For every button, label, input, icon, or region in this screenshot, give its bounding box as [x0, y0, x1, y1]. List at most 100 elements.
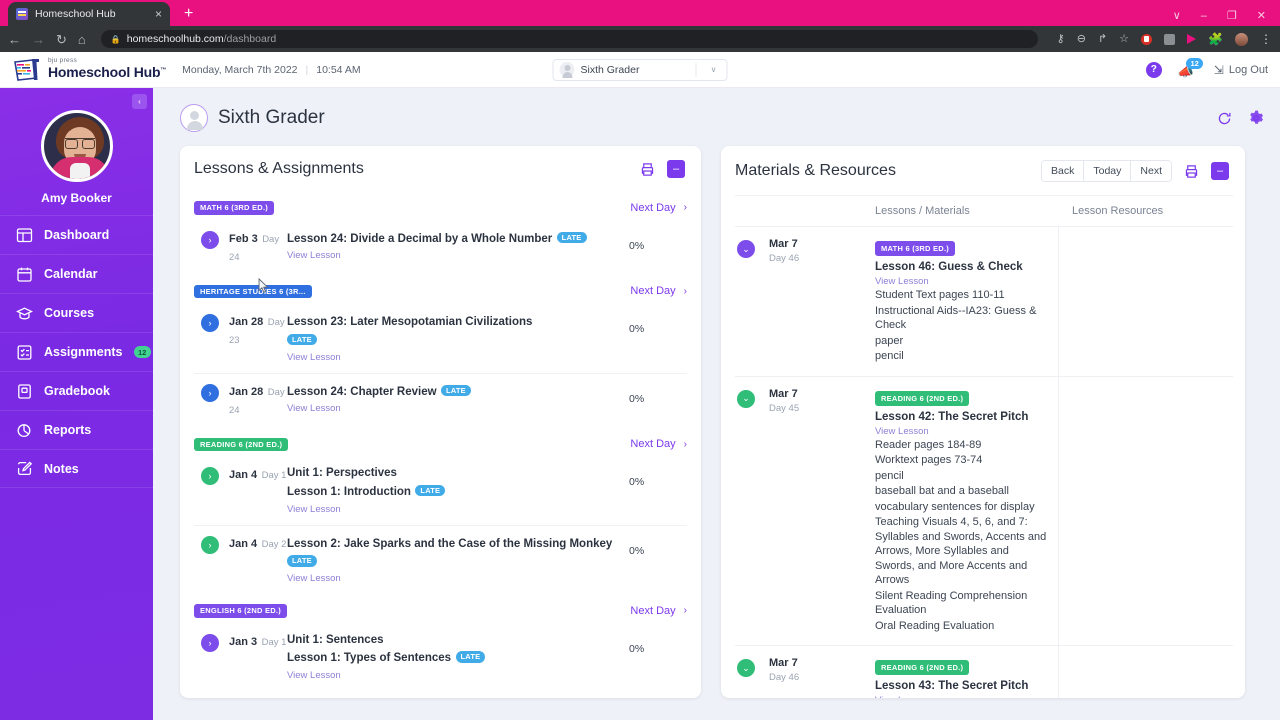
- bookmark-star-icon[interactable]: ☆: [1119, 33, 1129, 45]
- forward-icon[interactable]: →: [32, 33, 45, 46]
- sidebar-item-reports[interactable]: Reports: [0, 410, 153, 449]
- zoom-out-icon[interactable]: ⊖: [1077, 33, 1086, 45]
- collapse-material-button[interactable]: ⌄: [737, 659, 755, 678]
- today-button[interactable]: Today: [1084, 161, 1132, 181]
- materials-date-value: Mar 7: [769, 657, 798, 670]
- bju-press-logo-icon: [12, 58, 42, 82]
- sidebar-item-label: Reports: [44, 423, 92, 437]
- next-day-button[interactable]: Next Day ›: [630, 605, 687, 617]
- logout-button[interactable]: ⇲ Log Out: [1214, 63, 1268, 77]
- tab-title: Homeschool Hub: [35, 8, 116, 20]
- chevron-down-icon[interactable]: ∨: [1173, 11, 1181, 22]
- materials-row-left: ⌄ Mar 7 Day 46: [735, 227, 875, 376]
- view-lesson-link[interactable]: View Lesson: [287, 670, 623, 681]
- next-day-button[interactable]: Next Day ›: [630, 202, 687, 214]
- next-day-button[interactable]: Next Day ›: [630, 438, 687, 450]
- materials-col-lessons: Lessons / Materials: [875, 205, 970, 217]
- view-lesson-link[interactable]: View Lesson: [287, 403, 623, 414]
- url-path: /dashboard: [223, 33, 277, 45]
- student-selector[interactable]: Sixth Grader ∨: [552, 58, 728, 81]
- page-title: Sixth Grader: [218, 107, 325, 128]
- password-key-icon[interactable]: ⚷: [1057, 33, 1065, 45]
- sidebar-profile: Amy Booker: [0, 88, 153, 215]
- browser-tab[interactable]: Homeschool Hub ×: [8, 2, 170, 26]
- lessons-panel-collapse-button[interactable]: –: [667, 160, 685, 178]
- browser-profile-avatar[interactable]: [1235, 32, 1248, 46]
- materials-panel-collapse-button[interactable]: –: [1211, 162, 1229, 180]
- materials-list[interactable]: ⌄ Mar 7 Day 46 MATH 6 (3RD ED.) Lesson 4…: [721, 227, 1245, 698]
- materials-panel: Materials & Resources Back Today Next – …: [721, 146, 1245, 698]
- maximize-icon[interactable]: ❐: [1227, 11, 1237, 22]
- collapse-material-button[interactable]: ⌄: [737, 389, 755, 408]
- home-icon[interactable]: ⌂: [78, 33, 86, 46]
- user-avatar[interactable]: [40, 110, 113, 182]
- next-button[interactable]: Next: [1131, 161, 1171, 181]
- main-content: Sixth Grader Lessons & Assignments – MAT…: [153, 88, 1280, 720]
- course-chip: MATH 6 (3RD ED.): [194, 201, 275, 215]
- materials-date: Mar 7 Day 45: [765, 388, 799, 634]
- extension-gray-icon[interactable]: [1164, 33, 1176, 45]
- reload-icon[interactable]: ↻: [56, 33, 67, 46]
- materials-table-header: Lessons / Materials Lesson Resources: [721, 195, 1245, 227]
- lesson-date: Feb 3 Day 24: [229, 229, 287, 265]
- chevron-down-icon[interactable]: ∨: [703, 65, 725, 74]
- materials-panel-header: Materials & Resources Back Today Next –: [721, 146, 1245, 195]
- assignments-icon: [16, 344, 33, 361]
- expand-lesson-button[interactable]: ›: [201, 633, 219, 652]
- view-lesson-link[interactable]: View Lesson: [287, 504, 623, 515]
- expand-lesson-button[interactable]: ›: [201, 230, 219, 249]
- lesson-row: › Jan 28 Day 24 Lesson 24: Chapter Revie…: [194, 374, 687, 428]
- sidebar-item-assignments[interactable]: Assignments 12: [0, 332, 153, 371]
- view-lesson-link[interactable]: View Lesson: [875, 276, 1048, 287]
- printer-icon[interactable]: [1184, 164, 1199, 179]
- back-button[interactable]: Back: [1042, 161, 1085, 181]
- close-tab-icon[interactable]: ×: [155, 8, 162, 20]
- sidebar-item-dashboard[interactable]: Dashboard: [0, 215, 153, 254]
- expand-lesson-button[interactable]: ›: [201, 467, 219, 486]
- view-lesson-link[interactable]: View Lesson: [287, 352, 623, 363]
- expand-lesson-button[interactable]: ›: [201, 535, 219, 554]
- back-icon[interactable]: ←: [8, 33, 21, 46]
- refresh-icon[interactable]: [1217, 111, 1232, 126]
- lesson-row: › Jan 3 Day 1 Unit 1: Sentences Lesson 1…: [194, 624, 687, 691]
- new-tab-icon[interactable]: +: [184, 5, 193, 23]
- lesson-date-value: Jan 28: [229, 385, 264, 398]
- extension-record-icon[interactable]: [1141, 33, 1153, 45]
- next-day-button[interactable]: Next Day ›: [630, 285, 687, 297]
- browser-menu-icon[interactable]: ⋮: [1260, 33, 1272, 45]
- view-lesson-link[interactable]: View Lesson: [875, 695, 1048, 698]
- lesson-progress: 0%: [629, 544, 645, 557]
- sidebar-item-notes[interactable]: Notes: [0, 449, 153, 488]
- dashboard-icon: [16, 227, 33, 244]
- extension-pink-icon[interactable]: [1187, 34, 1197, 44]
- view-lesson-link[interactable]: View Lesson: [287, 573, 623, 584]
- extensions-puzzle-icon[interactable]: 🧩: [1208, 32, 1223, 46]
- lesson-name: Lesson 1: Introduction: [287, 485, 411, 498]
- lesson-progress: 0%: [629, 642, 645, 655]
- printer-icon[interactable]: [640, 162, 655, 177]
- minimize-icon[interactable]: –: [1201, 11, 1207, 22]
- gear-icon[interactable]: [1248, 110, 1264, 126]
- sidebar-item-calendar[interactable]: Calendar: [0, 254, 153, 293]
- sidebar-item-gradebook[interactable]: Gradebook: [0, 371, 153, 410]
- share-icon[interactable]: ↱: [1098, 33, 1107, 45]
- close-window-icon[interactable]: ✕: [1257, 11, 1266, 22]
- help-icon[interactable]: ?: [1145, 61, 1162, 78]
- app-logo[interactable]: bju press Homeschool Hub™: [12, 57, 166, 82]
- view-lesson-link[interactable]: View Lesson: [875, 426, 1048, 437]
- collapse-material-button[interactable]: ⌄: [737, 240, 755, 258]
- sidebar-collapse-button[interactable]: ‹: [132, 94, 147, 109]
- chevron-right-icon: ›: [683, 285, 687, 297]
- expand-lesson-button[interactable]: ›: [201, 314, 219, 332]
- address-bar[interactable]: 🔒 homeschoolhub.com/dashboard: [100, 30, 1038, 48]
- view-lesson-link[interactable]: View Lesson: [287, 250, 623, 261]
- app-body: ‹ Amy Booker Dashboard Calendar Courses …: [0, 88, 1280, 720]
- materials-day-value: Day 46: [769, 672, 800, 684]
- expand-lesson-button[interactable]: ›: [201, 383, 219, 402]
- notifications-button[interactable]: 📣 12: [1178, 57, 1203, 79]
- sidebar-item-courses[interactable]: Courses: [0, 293, 153, 332]
- next-day-label: Next Day: [630, 438, 676, 451]
- materials-lesson-title: Lesson 43: The Secret Pitch: [875, 680, 1029, 693]
- lesson-details: Unit 1: Sentences Lesson 1: Types of Sen…: [287, 632, 629, 681]
- assignments-badge: 12: [133, 346, 151, 358]
